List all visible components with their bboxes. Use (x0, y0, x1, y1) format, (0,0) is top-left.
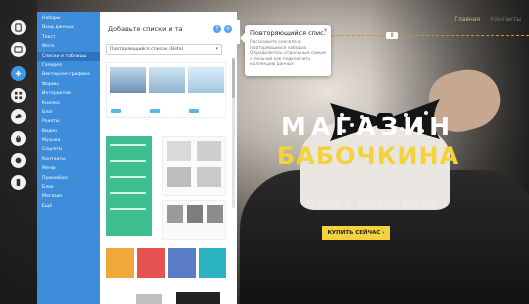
list-type-select[interactable]: Повторяющийся список (Beta) ▾ (106, 44, 222, 55)
upload-icon[interactable] (11, 109, 26, 124)
blog-icon[interactable] (11, 153, 26, 168)
category-item[interactable]: Блог (37, 108, 100, 117)
hero-title[interactable]: МАГАЗИН (268, 112, 468, 141)
category-list: Наборы Вход данных Текст Фото Списки и т… (37, 12, 100, 304)
category-item[interactable]: Векторная графика (37, 70, 100, 79)
site-nav: Главная Контакты (454, 16, 521, 23)
preset-thumbnail-list-green[interactable] (106, 136, 152, 236)
category-item[interactable]: Ракеты (37, 117, 100, 126)
close-icon[interactable]: × (224, 25, 232, 33)
preset-thumbnail-gallery[interactable] (106, 62, 226, 118)
category-item[interactable]: Промобокс (37, 174, 100, 183)
category-item-active[interactable]: Списки и таблицы (37, 51, 100, 61)
preset-thumbnail-colored-tiles[interactable] (106, 248, 226, 278)
info-tooltip: × Повторяющийся спис... Расскажите снача… (240, 25, 331, 76)
category-item[interactable]: Кнопки (37, 99, 100, 108)
nav-link-home[interactable]: Главная (454, 16, 480, 23)
preset-thumbnail-partial[interactable] (136, 294, 162, 304)
category-item[interactable]: Интерактив (37, 89, 100, 98)
panel-title: Добавьте списки и та (108, 25, 183, 33)
category-item[interactable]: Музыка (37, 136, 100, 145)
hero-subtitle[interactable]: БАБОЧКИНА (256, 142, 480, 170)
strip-resize-handle[interactable]: ⇕ (386, 32, 398, 39)
editor-toolbar (0, 0, 37, 304)
category-item[interactable]: Вход данных (37, 23, 100, 32)
add-panel: Добавьте списки и та ? × Повторяющийся с… (100, 12, 237, 304)
category-item[interactable]: Блок (37, 183, 100, 192)
tooltip-title: Повторяющийся спис... (250, 29, 326, 37)
panel-scrollbar[interactable] (232, 58, 235, 208)
category-item[interactable]: Текст (37, 33, 100, 42)
help-icon[interactable]: ? (213, 25, 221, 33)
category-item[interactable]: Соцсети (37, 145, 100, 154)
category-item[interactable]: Фото (37, 42, 100, 51)
tooltip-close-icon[interactable]: × (323, 27, 328, 34)
apps-icon[interactable] (11, 88, 26, 103)
list-type-value: Повторяющийся список (Beta) (110, 47, 184, 52)
pages-icon[interactable] (11, 20, 26, 35)
category-item[interactable]: Формы (37, 80, 100, 89)
category-item[interactable]: Меню (37, 164, 100, 173)
background-icon[interactable] (11, 42, 26, 57)
store-icon[interactable] (11, 131, 26, 146)
mobile-icon[interactable] (11, 175, 26, 190)
category-item[interactable]: Галерея (37, 61, 100, 70)
category-item[interactable]: Контакты (37, 155, 100, 164)
preset-thumbnail-dark[interactable] (176, 292, 220, 304)
chevron-down-icon: ▾ (215, 46, 218, 52)
hero-tagline[interactable]: Новая коллекция (292, 196, 452, 210)
add-icon[interactable] (11, 66, 26, 81)
category-item[interactable]: Магазин (37, 192, 100, 201)
preset-thumbnail-grid[interactable] (162, 136, 226, 196)
buy-now-button[interactable]: КУПИТЬ СЕЙЧАС › (322, 226, 390, 240)
preset-thumbnail-portraits[interactable] (162, 200, 226, 240)
nav-link-contacts[interactable]: Контакты (490, 16, 521, 23)
tooltip-body: Расскажите сначала в повторяющихся набор… (250, 40, 326, 67)
category-item[interactable]: Видео (37, 127, 100, 136)
category-item[interactable]: Наборы (37, 14, 100, 23)
category-item[interactable]: Ещё (37, 202, 100, 211)
